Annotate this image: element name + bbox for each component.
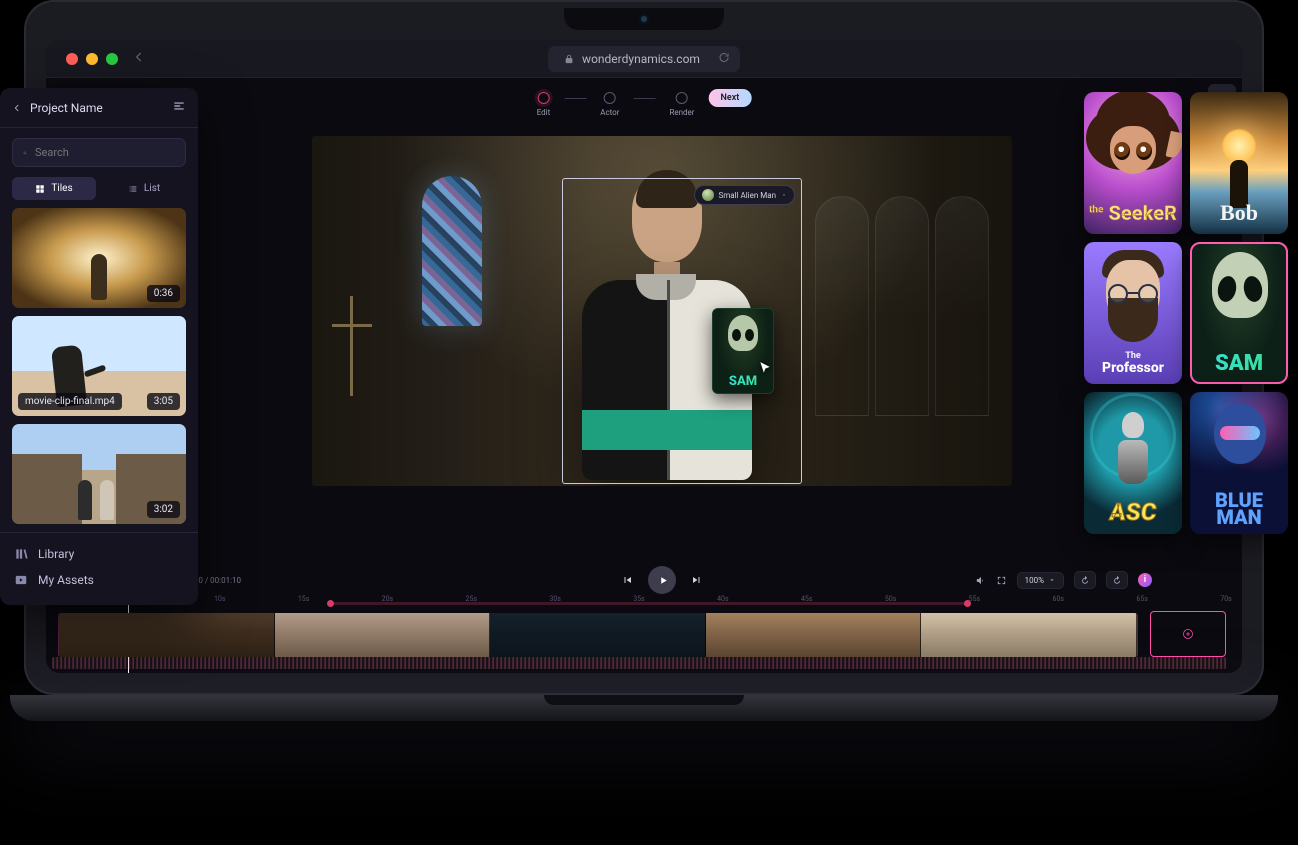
browser-toolbar: wonderdynamics.com [46, 40, 1242, 78]
address-bar-text: wonderdynamics.com [582, 52, 700, 66]
video-preview[interactable]: Small Alien Man SAM [312, 136, 1012, 486]
laptop-base [10, 695, 1278, 721]
playback-bar: 00:00:10 / 00:01:10 [142, 565, 1182, 595]
info-button[interactable]: i [1138, 573, 1152, 587]
search-field[interactable] [35, 146, 175, 159]
workflow-stepper: Edit Actor Render Next [537, 92, 752, 117]
chevron-down-icon [781, 192, 787, 198]
timeline-clips[interactable] [58, 613, 1138, 657]
clip-duration: 3:05 [147, 393, 180, 410]
timeline-segment[interactable] [59, 613, 275, 657]
library-icon [14, 547, 28, 561]
ruler-tick: 60s [1053, 595, 1064, 603]
view-tiles-button[interactable]: Tiles [12, 177, 96, 200]
search-input[interactable] [12, 138, 186, 167]
close-window-icon[interactable] [66, 53, 78, 65]
project-name: Project Name [30, 101, 164, 115]
cross [350, 296, 353, 396]
library-nav[interactable]: Library [14, 541, 184, 567]
character-gallery: the SeekeR Bob TheProfessor SAM ASC BLUE… [1084, 92, 1288, 534]
undo-button[interactable] [1074, 571, 1096, 589]
lock-icon [564, 54, 574, 64]
play-button[interactable] [648, 566, 676, 594]
laptop-notch [564, 8, 724, 30]
ruler-tick: 15s [298, 595, 309, 603]
character-card-sam[interactable]: SAM [1190, 242, 1288, 384]
maximize-window-icon[interactable] [106, 53, 118, 65]
zoom-select[interactable]: 100% [1017, 572, 1064, 589]
play-box-icon [14, 573, 28, 587]
step-edit[interactable]: Edit [537, 92, 551, 117]
stained-glass [422, 176, 482, 326]
minimize-window-icon[interactable] [86, 53, 98, 65]
laptop-lid: wonderdynamics.com Edit [24, 0, 1264, 695]
clip-item[interactable]: movie-clip-final.mp4 3:05 [12, 316, 186, 416]
character-card-blueman[interactable]: BLUEMAN [1190, 392, 1288, 534]
character-dropdown[interactable]: Small Alien Man [694, 185, 796, 205]
mute-button[interactable] [975, 571, 986, 590]
timeline[interactable]: 0s5s10s15s20s25s30s35s40s45s50s55s60s65s… [46, 597, 1232, 669]
timeline-ruler[interactable]: 0s5s10s15s20s25s30s35s40s45s50s55s60s65s… [52, 597, 1226, 609]
cursor-icon [758, 360, 772, 379]
panel-header: Project Name [0, 88, 198, 128]
character-card-asc[interactable]: ASC [1084, 392, 1182, 534]
view-switch: Tiles List [12, 177, 186, 200]
timeline-segment[interactable] [921, 613, 1137, 657]
browser-back-button[interactable] [132, 49, 146, 68]
character-card-seeker[interactable]: the SeekeR [1084, 92, 1182, 234]
character-avatar-icon [702, 189, 714, 201]
project-panel: Project Name Tiles List 0:36 movie-clip-… [0, 88, 198, 605]
timeline-range[interactable] [330, 602, 968, 605]
search-icon [23, 147, 27, 159]
clip-item[interactable]: 0:36 [12, 208, 186, 308]
fullscreen-button[interactable] [996, 571, 1007, 590]
list-icon [128, 184, 138, 194]
my-assets-nav[interactable]: My Assets [14, 567, 184, 593]
back-icon[interactable] [12, 98, 22, 117]
address-bar[interactable]: wonderdynamics.com [548, 46, 740, 72]
clip-duration: 0:36 [147, 285, 180, 302]
timeline-segment[interactable] [490, 613, 706, 657]
step-render[interactable]: Render [669, 92, 694, 117]
laptop-frame: wonderdynamics.com Edit [24, 0, 1264, 721]
next-button[interactable]: Next [709, 89, 752, 107]
panel-menu-button[interactable] [172, 98, 186, 117]
reload-button[interactable] [718, 51, 730, 66]
timeline-segment[interactable] [706, 613, 922, 657]
step-actor[interactable]: Actor [600, 92, 619, 117]
clip-list: 0:36 movie-clip-final.mp4 3:05 3:02 [0, 208, 198, 524]
tiles-icon [35, 184, 45, 194]
clip-duration: 3:02 [147, 501, 180, 518]
audio-waveform[interactable] [52, 657, 1226, 669]
clip-item[interactable]: 3:02 [12, 424, 186, 524]
character-card-professor[interactable]: TheProfessor [1084, 242, 1182, 384]
character-card-bob[interactable]: Bob [1190, 92, 1288, 234]
browser-window: wonderdynamics.com Edit [46, 40, 1242, 673]
next-frame-button[interactable] [690, 573, 704, 587]
app-body: Edit Actor Render Next [46, 78, 1242, 673]
arches [812, 196, 992, 416]
ruler-tick: 65s [1136, 595, 1147, 603]
ruler-tick: 70s [1220, 595, 1231, 603]
timeline-segment[interactable] [275, 613, 491, 657]
panel-footer: Library My Assets [0, 532, 198, 605]
redo-button[interactable] [1106, 571, 1128, 589]
clip-name: movie-clip-final.mp4 [18, 393, 122, 410]
ruler-tick: 10s [214, 595, 225, 603]
preview-viewport: Small Alien Man SAM [142, 136, 1182, 563]
character-dropdown-label: Small Alien Man [719, 191, 777, 200]
add-clip-button[interactable] [1150, 611, 1226, 657]
prev-frame-button[interactable] [620, 573, 634, 587]
window-traffic-lights[interactable] [66, 53, 118, 65]
character-drop-chip[interactable]: SAM [712, 308, 774, 394]
view-list-button[interactable]: List [102, 177, 186, 200]
chevron-down-icon [1048, 576, 1056, 584]
